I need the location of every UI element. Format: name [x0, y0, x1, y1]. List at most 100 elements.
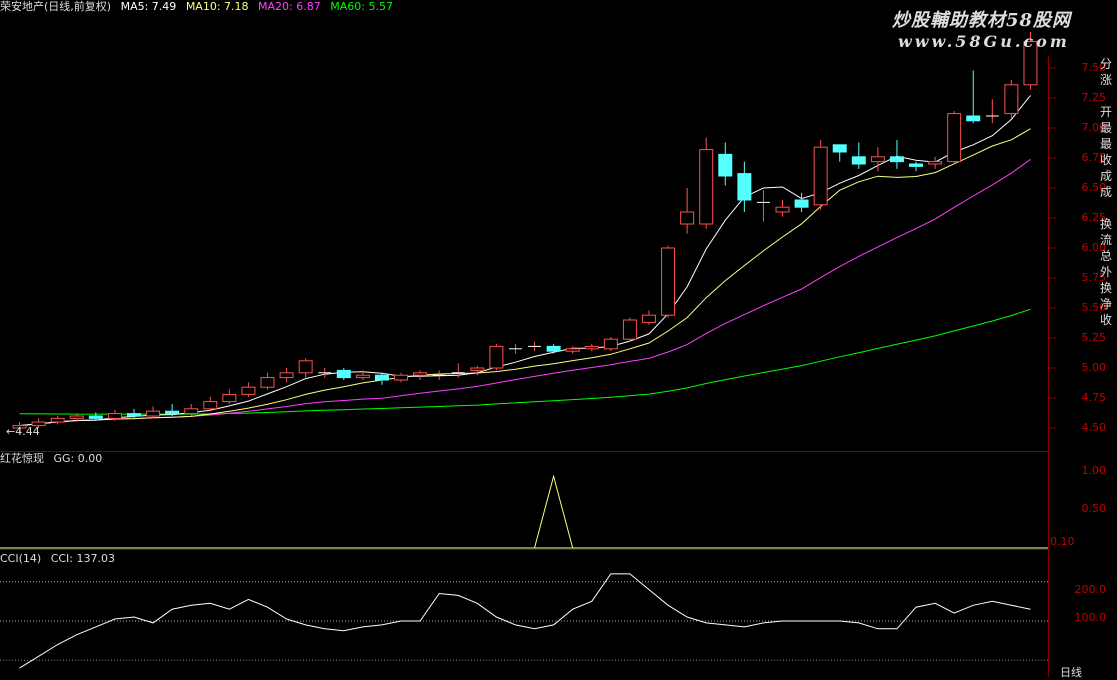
candle-up	[699, 149, 714, 225]
side-panel-item: 分	[1100, 57, 1113, 71]
candle-up	[928, 161, 943, 165]
candle-up	[813, 146, 828, 206]
watermark: 炒股輔助教材58股网 www.58Gu.com	[892, 6, 1114, 56]
indicator1-tick-2: 0.50	[1081, 502, 1107, 515]
candle-down	[88, 415, 103, 419]
candle-up	[184, 408, 199, 415]
candle-up	[241, 386, 256, 395]
candle-up	[661, 247, 676, 316]
side-panel-item: 净	[1100, 297, 1113, 311]
candle-up	[947, 113, 962, 163]
side-panel-item	[1100, 200, 1117, 216]
pane-separator-2	[0, 549, 1048, 550]
indicator2-tick-200: 200.0	[1074, 583, 1107, 596]
candle-down	[851, 156, 866, 165]
side-panel-item: 成	[1100, 169, 1113, 183]
candle-up	[622, 319, 637, 340]
candle-down	[889, 156, 904, 163]
price-tick: 4.75	[1081, 391, 1107, 404]
candle-up	[413, 372, 428, 376]
candle-down	[832, 144, 847, 153]
candle-down	[737, 173, 752, 201]
ma20-value: MA20: 6.87	[258, 0, 321, 13]
indicator1-header: 红花惊现 GG: 0.00	[0, 452, 108, 466]
price-tick: 4.50	[1081, 421, 1107, 434]
low-price-label: ←4.44	[6, 425, 40, 438]
indicator2-title: CCI(14)	[0, 552, 42, 565]
price-tick: 7.00	[1081, 121, 1107, 134]
candle-down	[336, 369, 351, 379]
candle-up	[279, 372, 294, 379]
price-axis-line	[1048, 56, 1049, 677]
indicator1-unit: 0.10	[1050, 535, 1075, 548]
watermark-line2: www.58Gu.com	[898, 32, 1070, 51]
candle-up	[107, 413, 122, 419]
ma60-value: MA60: 5.57	[330, 0, 393, 13]
indicator2-value: CCI: 137.03	[50, 552, 115, 565]
side-panel-item: 开	[1100, 105, 1113, 119]
candle-up	[298, 360, 313, 374]
candle-down	[126, 413, 141, 417]
side-panel-item: 最	[1100, 121, 1113, 135]
candle-up	[565, 348, 580, 352]
side-panel-item: 收	[1100, 313, 1113, 327]
side-panel-item: 总	[1100, 249, 1113, 263]
candle-up	[50, 417, 65, 423]
indicator1-tick-1: 1.00	[1081, 464, 1107, 477]
side-panel-item: 换	[1100, 281, 1113, 295]
price-tick: 5.50	[1081, 301, 1107, 314]
candle-up	[146, 410, 161, 417]
candle-down	[374, 374, 389, 381]
candle-up	[680, 211, 695, 225]
candle-up	[489, 345, 504, 369]
indicator1-title: 红花惊现	[0, 452, 44, 465]
candle-down	[165, 410, 180, 415]
price-tick: 5.00	[1081, 361, 1107, 374]
side-panel-item: 最	[1100, 137, 1113, 151]
quote-side-panel: 分涨开最最收成成换流总外换净收	[1100, 56, 1117, 436]
candle-up	[470, 367, 485, 371]
candle-down	[909, 163, 924, 167]
candle-down	[718, 153, 733, 177]
kline-chart-canvas[interactable]	[0, 0, 1117, 677]
price-tick: 7.50	[1081, 61, 1107, 74]
price-tick: 6.50	[1081, 181, 1107, 194]
indicator2-tick-100: 100.0	[1074, 611, 1107, 624]
candle-up	[775, 206, 790, 213]
candle-up	[1004, 84, 1019, 115]
candle-up	[260, 377, 275, 388]
ma10-value: MA10: 7.18	[185, 0, 249, 13]
candle-up	[355, 374, 370, 379]
candle-up	[584, 345, 599, 350]
candle-up	[870, 156, 885, 163]
price-tick: 5.25	[1081, 331, 1107, 344]
ma10-line	[19, 128, 1031, 427]
side-panel-item: 流	[1100, 233, 1113, 247]
stock-title: 荣安地产(日线,前复权)	[0, 0, 112, 13]
pane-separator-1	[0, 451, 1048, 452]
ma20-line	[19, 158, 1031, 427]
candle-down	[546, 345, 561, 352]
side-panel-item: 换	[1100, 217, 1113, 231]
price-tick: 7.25	[1081, 91, 1107, 104]
price-tick: 6.00	[1081, 241, 1107, 254]
ma5-line	[19, 95, 1031, 427]
price-tick: 6.75	[1081, 151, 1107, 164]
candle-up	[69, 415, 84, 419]
price-tick: 6.25	[1081, 211, 1107, 224]
side-panel-item: 成	[1100, 185, 1113, 199]
watermark-line1: 炒股輔助教材58股网	[892, 10, 1072, 31]
gg-line	[19, 474, 1031, 549]
main-chart-header: 荣安地产(日线,前复权) MA5: 7.49 MA10: 7.18 MA20: …	[0, 0, 399, 14]
ma60-line	[19, 308, 1031, 415]
candle-up	[394, 374, 409, 381]
candle-up	[222, 393, 237, 403]
candle-up	[641, 314, 656, 323]
candle-up	[203, 401, 218, 410]
indicator1-value: GG: 0.00	[53, 452, 103, 465]
indicator2-header: CCI(14) CCI: 137.03	[0, 552, 121, 566]
price-tick: 5.75	[1081, 271, 1107, 284]
candle-up	[603, 338, 618, 350]
side-panel-item: 外	[1100, 265, 1113, 279]
period-label[interactable]: 日线	[1060, 664, 1082, 680]
